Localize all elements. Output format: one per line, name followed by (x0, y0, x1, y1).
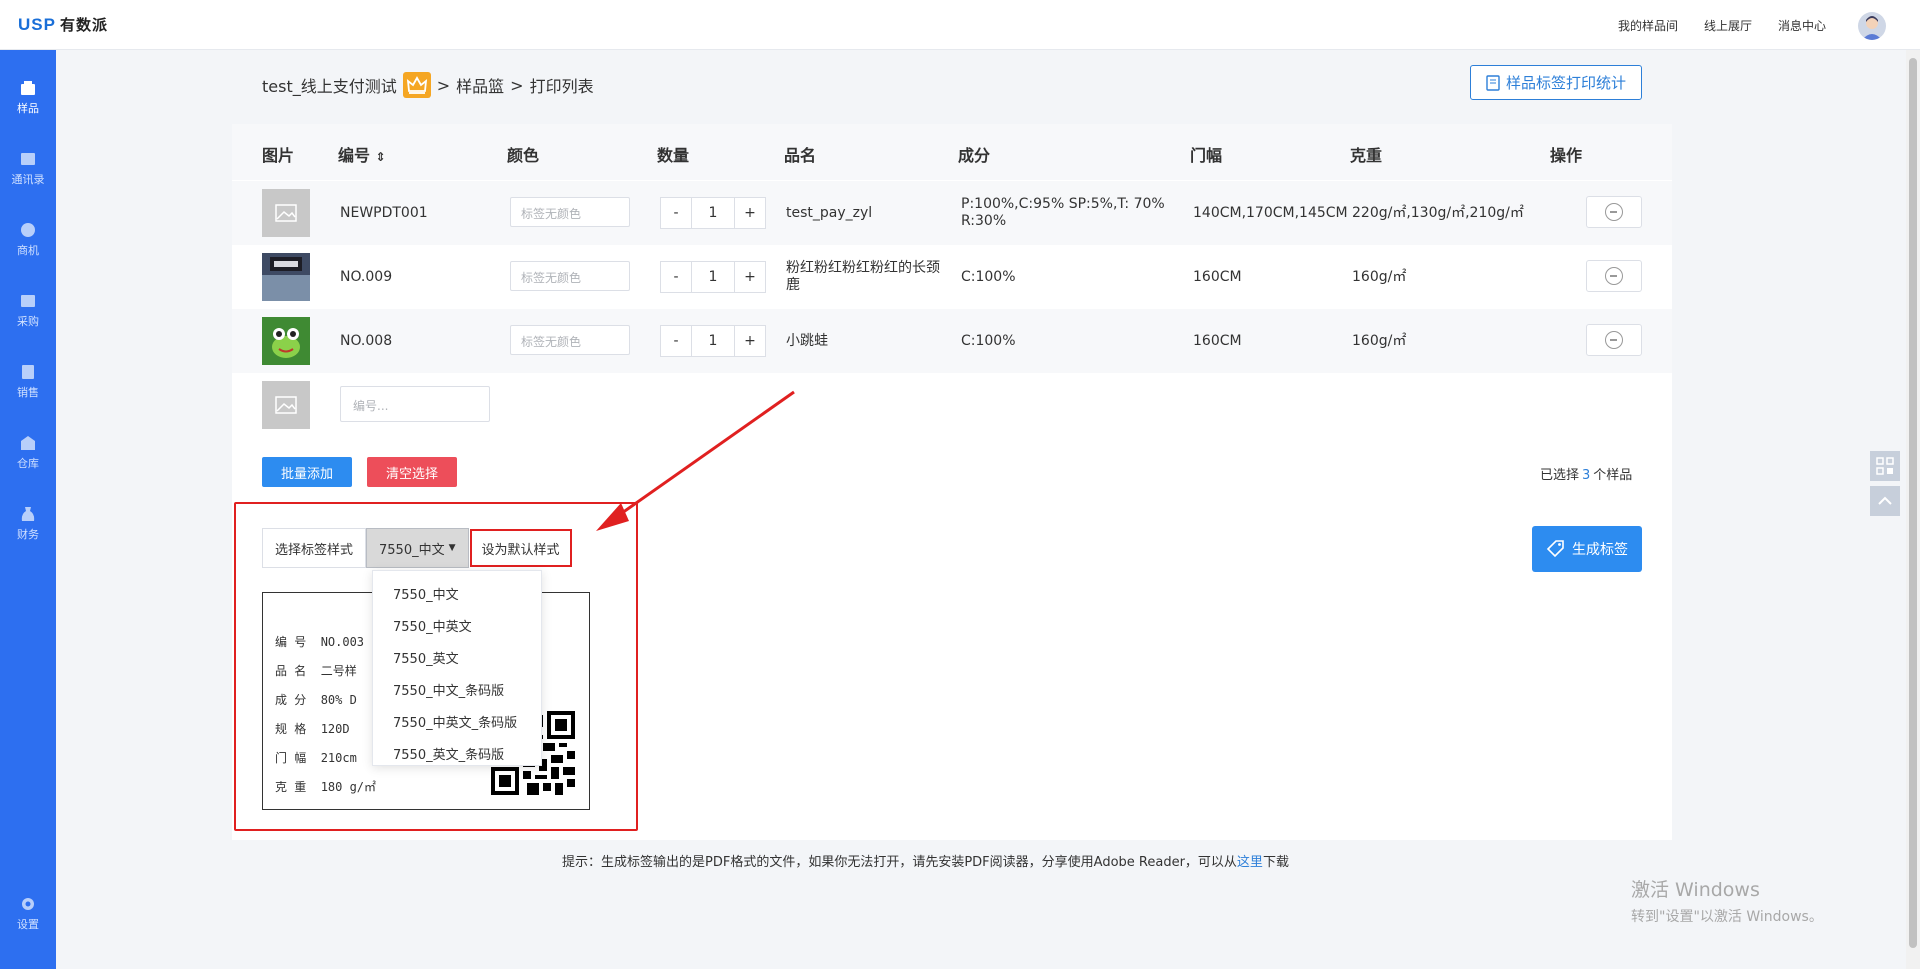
qr-float-button[interactable] (1870, 451, 1900, 481)
annotation-arrow (596, 390, 795, 531)
back-to-top-button[interactable] (1870, 486, 1900, 516)
chevron-up-icon (1878, 496, 1892, 505)
scrollbar-thumb[interactable] (1909, 58, 1917, 948)
tip-after: 下载 (1262, 855, 1289, 870)
qr-icon (1876, 457, 1894, 475)
windows-activation-watermark: 激活 Windows 转到"设置"以激活 Windows。 (1631, 879, 1823, 925)
pdf-tip: 提示：生成标签输出的是PDF格式的文件，如果你无法打开，请先安装PDF阅读器，分… (562, 851, 1289, 870)
download-link[interactable]: 这里 (1237, 855, 1263, 870)
tip-text: 提示：生成标签输出的是PDF格式的文件，如果你无法打开，请先安装PDF阅读器，分… (562, 855, 1237, 870)
scrollbar[interactable] (1906, 50, 1920, 969)
